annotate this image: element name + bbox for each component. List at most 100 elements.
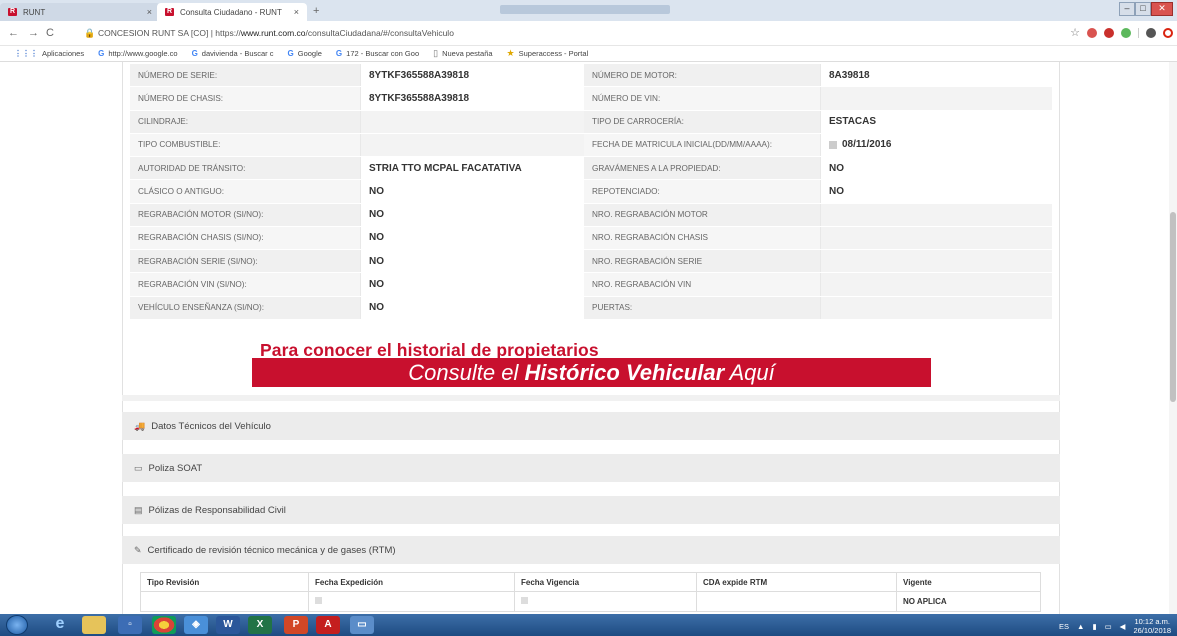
chrome-icon[interactable]	[152, 616, 176, 634]
url-prefix: CONCESION RUNT SA [CO] | https://	[98, 28, 241, 38]
bookmark-172[interactable]: G 172 - Buscar con Goo	[336, 49, 419, 58]
field-label: REGRABACIÓN CHASIS (SI/NO):	[130, 226, 360, 249]
car-icon: 🚚	[134, 420, 146, 431]
field-label: TIPO COMBUSTIBLE:	[130, 133, 360, 156]
field-label: REGRABACIÓN VIN (SI/NO):	[130, 273, 360, 296]
acrobat-icon[interactable]: A	[316, 616, 340, 634]
scrollbar[interactable]	[1169, 62, 1177, 614]
table-cell	[514, 591, 697, 612]
field-value	[820, 87, 1052, 110]
network-icon[interactable]: ◈	[184, 616, 208, 634]
network-status-icon[interactable]: ▮	[1092, 622, 1096, 631]
field-value	[820, 250, 1052, 273]
vehicle-field-row: AUTORIDAD DE TRÁNSITO: STRIA TTO MCPAL FA…	[130, 157, 1052, 181]
field-label: VEHÍCULO ENSEÑANZA (SI/NO):	[130, 296, 360, 319]
field-value: NO	[820, 157, 1052, 180]
table-cell	[140, 591, 309, 612]
field-label: REGRABACIÓN SERIE (SI/NO):	[130, 250, 360, 273]
section-polizas-responsabilidad[interactable]: ▤ Pólizas de Responsabilidad Civil	[122, 496, 1060, 524]
table-header-row: Tipo Revisión Fecha Expedición Fecha Vig…	[140, 572, 1041, 592]
field-value	[820, 226, 1052, 249]
runt-favicon-icon: R	[8, 8, 17, 16]
field-label: TIPO DE CARROCERÍA:	[584, 110, 820, 133]
bookmark-nueva-pestana[interactable]: ▯ Nueva pestaña	[433, 48, 492, 59]
field-label: NÚMERO DE CHASIS:	[130, 87, 360, 110]
bookmark-google-co[interactable]: Ghttp://www.google.co	[98, 49, 177, 58]
forward-arrow-icon[interactable]: →	[28, 27, 39, 39]
close-window-button[interactable]: ✕	[1151, 2, 1173, 16]
section-poliza-soat[interactable]: ▭ Poliza SOAT	[122, 454, 1060, 482]
remote-desktop-icon[interactable]: ▭	[350, 616, 374, 634]
extension-icon[interactable]	[1104, 27, 1114, 38]
tab-close-icon[interactable]: ×	[147, 7, 152, 17]
powerpoint-icon[interactable]: P	[284, 616, 308, 634]
language-indicator[interactable]: ES	[1059, 622, 1069, 631]
vehicle-field-row: NÚMERO DE SERIE: 8YTKF365588A39818 NÚMERO …	[130, 64, 1052, 88]
vehicle-field-row: NÚMERO DE CHASIS: 8YTKF365588A39818 NÚMERO…	[130, 87, 1052, 111]
url-field[interactable]: CONCESION RUNT SA [CO] | https://www.run…	[98, 28, 454, 38]
bookmark-apps[interactable]: ⋮⋮⋮ Aplicaciones	[14, 49, 84, 58]
field-label: FECHA DE MATRICULA INICIAL(DD/MM/AAAA):	[584, 133, 820, 156]
bookmark-google[interactable]: G Google	[288, 49, 322, 58]
field-value: 8A39818	[820, 64, 1052, 87]
field-value	[360, 110, 584, 133]
field-label: PUERTAS:	[584, 296, 820, 319]
new-tab-button[interactable]: +	[313, 5, 319, 17]
excel-icon[interactable]: X	[248, 616, 272, 634]
reload-icon[interactable]: C	[46, 27, 54, 39]
vehicle-field-row: REGRABACIÓN SERIE (SI/NO): NO NRO. REGRABA…	[130, 250, 1052, 274]
field-value	[820, 273, 1052, 296]
field-label: NÚMERO DE VIN:	[584, 87, 820, 110]
app-icon[interactable]: ▫	[118, 616, 142, 634]
field-label: CLÁSICO O ANTIGUO:	[130, 180, 360, 203]
start-button[interactable]	[6, 615, 28, 635]
historico-vehicular-banner[interactable]: Consulte el Histórico Vehicular Aquí	[252, 358, 931, 387]
column-header: Fecha Expedición	[308, 572, 515, 592]
opera-icon[interactable]	[1163, 27, 1173, 38]
field-label: NRO. REGRABACIÓN SERIE	[584, 250, 820, 273]
table-cell	[696, 591, 897, 612]
field-value: NO	[820, 180, 1052, 203]
vehicle-field-row: CLÁSICO O ANTIGUO: NO REPOTENCIADO: NO	[130, 180, 1052, 204]
tab-consulta-ciudadano[interactable]: R Consulta Ciudadano - RUNT ×	[157, 3, 307, 21]
bookmark-davivienda[interactable]: Gdavivienda - Buscar c	[192, 49, 274, 58]
lock-icon[interactable]: 🔒	[84, 28, 95, 39]
extension-icon[interactable]	[1121, 27, 1131, 38]
page-content: NÚMERO DE SERIE: 8YTKF365588A39818 NÚMERO …	[0, 62, 1177, 614]
word-icon[interactable]: W	[216, 616, 240, 634]
maximize-button[interactable]: □	[1135, 2, 1151, 16]
clock[interactable]: 10:12 a.m. 26/10/2018	[1133, 617, 1171, 635]
column-header: Fecha Vigencia	[514, 572, 697, 592]
windows-taskbar: e ▫ ◈ W X P A ▭ ES ▲ ▮ ▭ ◀ 10:12 a.m. 26…	[0, 614, 1177, 636]
internet-explorer-icon[interactable]: e	[48, 616, 72, 634]
volume-icon[interactable]: ◀	[1120, 622, 1126, 631]
vehicle-field-row: REGRABACIÓN VIN (SI/NO): NO NRO. REGRABACI…	[130, 273, 1052, 297]
bookmark-label: Aplicaciones	[42, 49, 85, 58]
tab-runt[interactable]: R RUNT ×	[0, 3, 160, 21]
minimize-button[interactable]: –	[1119, 2, 1135, 16]
section-datos-tecnicos[interactable]: 🚚 Datos Técnicos del Vehículo	[122, 412, 1060, 440]
extension-icon[interactable]	[1087, 27, 1097, 38]
bookmark-superaccess[interactable]: ★ Superaccess - Portal	[507, 48, 589, 59]
table-cell: NO APLICA	[896, 591, 1041, 612]
vehicle-field-row: REGRABACIÓN MOTOR (SI/NO): NO NRO. REGRABA…	[130, 203, 1052, 227]
field-value: 8YTKF365588A39818	[360, 87, 584, 110]
bookmark-label: Google	[297, 49, 322, 58]
clock-time: 10:12 a.m.	[1134, 617, 1170, 626]
chevron-up-icon[interactable]: ▲	[1077, 622, 1084, 631]
tab-close-icon[interactable]: ×	[294, 7, 299, 17]
monitor-icon[interactable]: ▭	[1105, 622, 1112, 631]
back-arrow-icon[interactable]: ←	[8, 27, 19, 39]
bookmark-label: 172 - Buscar con Goo	[346, 49, 420, 58]
scrollbar-thumb[interactable]	[1170, 212, 1176, 402]
star-icon[interactable]: ☆	[1070, 26, 1080, 39]
field-label: NRO. REGRABACIÓN MOTOR	[584, 203, 820, 226]
rtm-table: Tipo Revisión Fecha Expedición Fecha Vig…	[140, 572, 1041, 612]
field-value: NO	[360, 226, 584, 249]
file-explorer-icon[interactable]	[82, 616, 106, 634]
field-value: 8YTKF365588A39818	[360, 64, 584, 87]
column-header: Tipo Revisión	[140, 572, 309, 592]
banner-text: Aquí	[724, 360, 775, 385]
profile-avatar-icon[interactable]	[1146, 27, 1156, 38]
section-rtm[interactable]: ✎ Certificado de revisión técnico mecáni…	[122, 536, 1060, 564]
